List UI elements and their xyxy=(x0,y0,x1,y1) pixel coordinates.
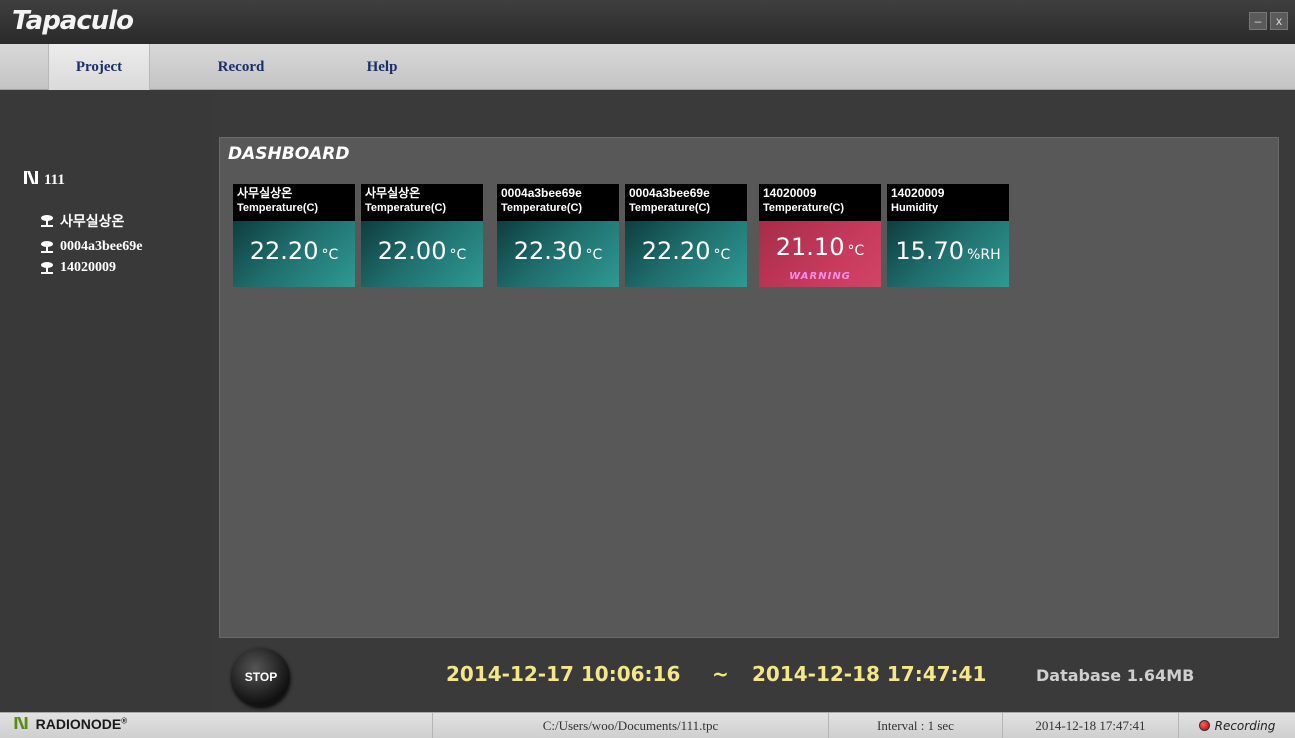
tile-header: 14020009 Humidity xyxy=(887,184,1009,221)
range-start: 2014-12-17 10:06:16 xyxy=(446,662,681,686)
tile-value: 22.20 xyxy=(641,237,711,265)
tile-value: 22.00 xyxy=(377,237,447,265)
tile-sensor-name: 사무실상온 xyxy=(365,186,421,200)
warning-badge: WARNING xyxy=(789,271,851,282)
tree-node-item[interactable]: 사무실상온 xyxy=(40,211,124,231)
tile-body: 22.00 °C xyxy=(361,221,483,287)
tree-node-item[interactable]: 14020009 xyxy=(40,260,116,276)
tile-value: 22.20 xyxy=(249,237,319,265)
sensor-tile[interactable]: 0004a3bee69e Temperature(C) 22.30 °C xyxy=(497,184,619,287)
sensor-node-icon xyxy=(41,241,53,253)
brand-logo: RADIONODE® xyxy=(14,716,127,732)
close-button[interactable]: x xyxy=(1270,12,1288,30)
tree-node-label: 사무실상온 xyxy=(60,214,125,230)
stop-button[interactable]: STOP xyxy=(232,648,290,706)
tile-sensor-name: 사무실상온 xyxy=(237,186,293,200)
recording-label: Recording xyxy=(1214,719,1276,733)
status-timestamp: 2014-12-18 17:47:41 xyxy=(1002,713,1178,738)
tile-unit: %RH xyxy=(967,247,1001,263)
tile-header: 0004a3bee69e Temperature(C) xyxy=(625,184,747,221)
tile-unit: °C xyxy=(321,247,339,263)
tile-unit: °C xyxy=(713,247,731,263)
sensor-tile[interactable]: 사무실상온 Temperature(C) 22.20 °C xyxy=(233,184,355,287)
radionode-logo-icon xyxy=(14,717,32,732)
file-path: C:/Users/woo/Documents/111.tpc xyxy=(432,713,828,738)
project-network-icon xyxy=(24,171,38,189)
menu-project[interactable]: Project xyxy=(48,44,150,90)
tree-project-root[interactable]: 111 xyxy=(24,171,65,189)
minimize-button[interactable]: – xyxy=(1249,12,1267,30)
tile-measure: Temperature(C) xyxy=(237,202,319,214)
tile-body: 15.70 %RH xyxy=(887,221,1009,287)
menu-bar: Project Record Help xyxy=(0,44,1295,90)
tile-unit: °C xyxy=(585,247,603,263)
tile-body: 22.20 °C xyxy=(625,221,747,287)
title-bar: Tapaculo – x xyxy=(0,0,1295,44)
tile-body: 22.20 °C xyxy=(233,221,355,287)
tile-measure: Humidity xyxy=(891,202,939,214)
tile-body: 21.10 °C WARNING xyxy=(759,221,881,287)
tile-unit: °C xyxy=(449,247,467,263)
tile-value: 15.70 xyxy=(895,237,965,265)
tree-node-item[interactable]: 0004a3bee69e xyxy=(40,239,142,255)
sensor-node-icon xyxy=(41,215,53,227)
brand-name: RADIONODE xyxy=(35,716,122,732)
tile-header: 사무실상온 Temperature(C) xyxy=(233,184,355,221)
project-tree: 111 사무실상온 0004a3bee69e 14020009 xyxy=(0,91,210,711)
project-name: 111 xyxy=(44,172,65,188)
tile-header: 0004a3bee69e Temperature(C) xyxy=(497,184,619,221)
tile-measure: Temperature(C) xyxy=(501,202,583,214)
recording-dot-icon xyxy=(1198,720,1210,731)
tile-unit: °C xyxy=(847,243,865,259)
tile-header: 사무실상온 Temperature(C) xyxy=(361,184,483,221)
tile-measure: Temperature(C) xyxy=(629,202,711,214)
range-end: 2014-12-18 17:47:41 xyxy=(752,662,987,686)
tree-node-label: 0004a3bee69e xyxy=(60,239,143,254)
tile-body: 22.30 °C xyxy=(497,221,619,287)
brand-mark: ® xyxy=(121,716,128,726)
tile-measure: Temperature(C) xyxy=(763,202,845,214)
tile-value: 21.10 xyxy=(775,233,845,261)
interval-status: Interval : 1 sec xyxy=(828,713,1002,738)
tile-sensor-name: 14020009 xyxy=(891,186,945,200)
database-size: Database 1.64MB xyxy=(1036,666,1195,685)
dashboard-panel: DASHBOARD 사무실상온 Temperature(C) 22.20 °C 사… xyxy=(219,137,1279,638)
sensor-tile[interactable]: 14020009 Temperature(C) 21.10 °C WARNING xyxy=(759,184,881,287)
range-separator: ~ xyxy=(712,662,729,686)
tile-measure: Temperature(C) xyxy=(365,202,447,214)
menu-help[interactable]: Help xyxy=(350,44,414,90)
sensor-tile[interactable]: 14020009 Humidity 15.70 %RH xyxy=(887,184,1009,287)
status-bar: RADIONODE® C:/Users/woo/Documents/111.tp… xyxy=(0,712,1295,738)
app-title: Tapaculo xyxy=(12,6,134,36)
tile-sensor-name: 0004a3bee69e xyxy=(629,186,710,200)
tile-sensor-name: 0004a3bee69e xyxy=(501,186,582,200)
dashboard-title: DASHBOARD xyxy=(228,144,350,164)
sensor-tile[interactable]: 0004a3bee69e Temperature(C) 22.20 °C xyxy=(625,184,747,287)
menu-record[interactable]: Record xyxy=(200,44,282,90)
tree-node-label: 14020009 xyxy=(60,260,116,275)
tile-header: 14020009 Temperature(C) xyxy=(759,184,881,221)
tile-sensor-name: 14020009 xyxy=(763,186,817,200)
sensor-tile[interactable]: 사무실상온 Temperature(C) 22.00 °C xyxy=(361,184,483,287)
recording-status: Recording xyxy=(1178,713,1295,738)
sensor-node-icon xyxy=(41,262,53,274)
tile-value: 22.30 xyxy=(513,237,583,265)
